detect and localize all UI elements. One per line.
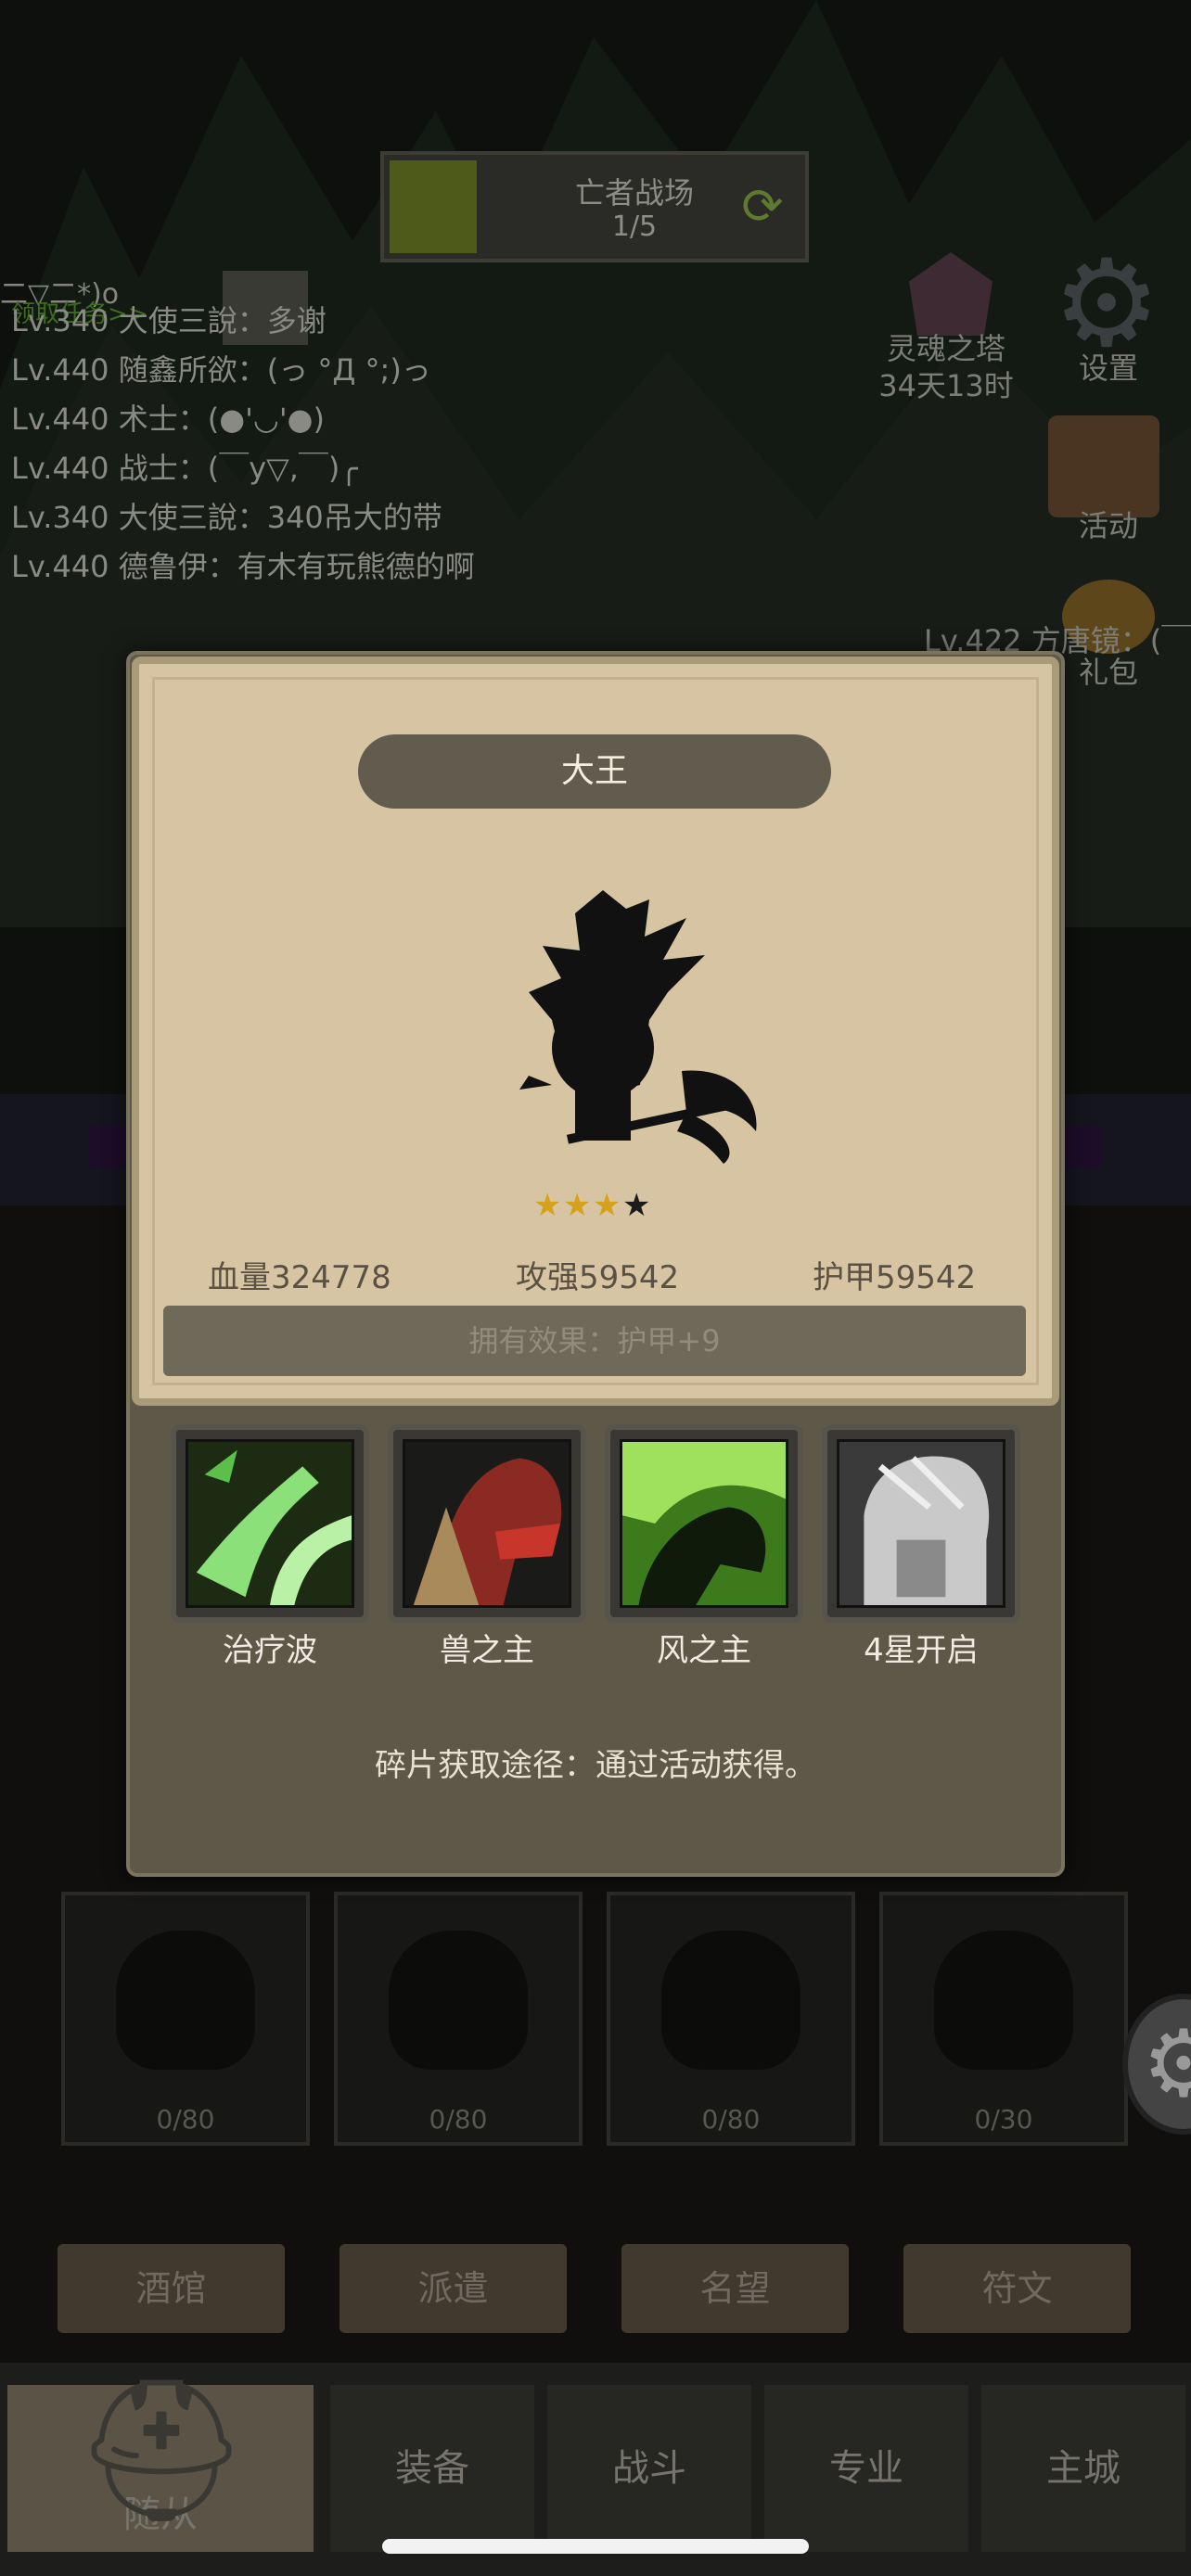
owned-effect-bar: 拥有效果：护甲+9 xyxy=(163,1306,1026,1376)
stat-attack: 攻强59542 xyxy=(516,1259,680,1296)
subtab-rune[interactable]: 符文 xyxy=(903,2244,1131,2333)
follower-slot[interactable]: 0/80 xyxy=(334,1892,583,2146)
beast-lord-icon xyxy=(403,1439,571,1608)
nav-main-city[interactable]: 主城 xyxy=(981,2385,1185,2552)
skill-slot-healing-wave[interactable] xyxy=(171,1424,369,1623)
nav-equipment[interactable]: 装备 xyxy=(330,2385,534,2552)
star-rating: ★★★★ xyxy=(533,1187,663,1224)
refresh-icon[interactable]: ⟳ xyxy=(736,181,788,233)
helmet-icon: ⛑ xyxy=(72,2370,250,2531)
chat-line: Lv.440 德鲁伊：有木有玩熊德的啊 xyxy=(11,549,475,584)
skill-label: 风之主 xyxy=(657,1632,751,1669)
follower-silhouette xyxy=(934,1931,1073,2070)
star-filled-icon: ★ xyxy=(593,1187,621,1224)
nav-battle[interactable]: 战斗 xyxy=(547,2385,751,2552)
stat-armor: 护甲59542 xyxy=(813,1259,977,1296)
soul-tower-timer: 34天13时 xyxy=(878,368,1014,403)
follower-shard-count: 0/80 xyxy=(156,2104,215,2135)
shard-source-text: 碎片获取途径：通过活动获得。 xyxy=(375,1747,816,1784)
chat-log[interactable]: Lv.340 大使三說：多谢 Lv.440 随鑫所欲：(っ °Д °;)っ Lv… xyxy=(0,297,475,592)
home-indicator[interactable] xyxy=(382,2539,809,2554)
battlefield-progress: 1/5 xyxy=(611,210,658,243)
skill-slot-wind-lord[interactable] xyxy=(605,1424,803,1623)
follower-shard-count: 0/30 xyxy=(974,2104,1033,2135)
chat-line: Lv.440 随鑫所欲：(っ °Д °;)っ xyxy=(11,352,431,388)
nav-profession[interactable]: 专业 xyxy=(764,2385,968,2552)
soul-tower-label: 灵魂之塔 34天13时 xyxy=(863,330,1030,404)
follower-slot[interactable]: 0/80 xyxy=(607,1892,855,2146)
skill-label: 兽之主 xyxy=(440,1632,534,1669)
locked-helmet-icon xyxy=(837,1439,1005,1608)
subtab-tavern[interactable]: 酒馆 xyxy=(58,2244,285,2333)
follower-silhouette xyxy=(661,1931,800,2070)
event-label: 活动 xyxy=(1078,508,1138,543)
settings-label: 设置 xyxy=(1078,351,1138,386)
hero-name-banner: 大王 xyxy=(358,734,831,809)
soul-tower-name: 灵魂之塔 xyxy=(886,331,1005,366)
chat-line: Lv.340 大使三說：多谢 xyxy=(11,303,327,338)
follower-slot[interactable]: 0/30 xyxy=(879,1892,1128,2146)
chat-line: Lv.440 术士：(●'◡'●) xyxy=(11,402,326,437)
chat-line: Lv.440 战士：(￣y▽,￣)╭ xyxy=(11,451,358,486)
stat-hp: 血量324778 xyxy=(208,1259,391,1296)
chat-line: Lv.340 大使三說：340吊大的带 xyxy=(11,500,442,535)
star-filled-icon: ★ xyxy=(563,1187,592,1224)
wind-lord-icon xyxy=(620,1439,788,1608)
battlefield-thumbnail xyxy=(390,160,477,253)
star-empty-icon: ★ xyxy=(622,1187,651,1224)
follower-slot[interactable]: 0/80 xyxy=(61,1892,310,2146)
battlefield-panel[interactable]: 亡者战场 1/5 ⟳ xyxy=(380,151,809,262)
healing-wave-icon xyxy=(186,1439,354,1608)
hero-silhouette xyxy=(519,890,757,1164)
skill-label: 治疗波 xyxy=(223,1632,317,1669)
follower-silhouette xyxy=(389,1931,528,2070)
star-filled-icon: ★ xyxy=(533,1187,562,1224)
skill-slot-locked[interactable] xyxy=(822,1424,1020,1623)
subtab-reputation[interactable]: 名望 xyxy=(621,2244,849,2333)
follower-silhouette xyxy=(116,1931,255,2070)
subtab-dispatch[interactable]: 派遣 xyxy=(339,2244,567,2333)
battlefield-name: 亡者战场 xyxy=(574,175,694,210)
skill-slot-beast-lord[interactable] xyxy=(388,1424,586,1623)
skill-label: 4星开启 xyxy=(864,1632,979,1669)
follower-shard-count: 0/80 xyxy=(701,2104,761,2135)
follower-shard-count: 0/80 xyxy=(429,2104,488,2135)
